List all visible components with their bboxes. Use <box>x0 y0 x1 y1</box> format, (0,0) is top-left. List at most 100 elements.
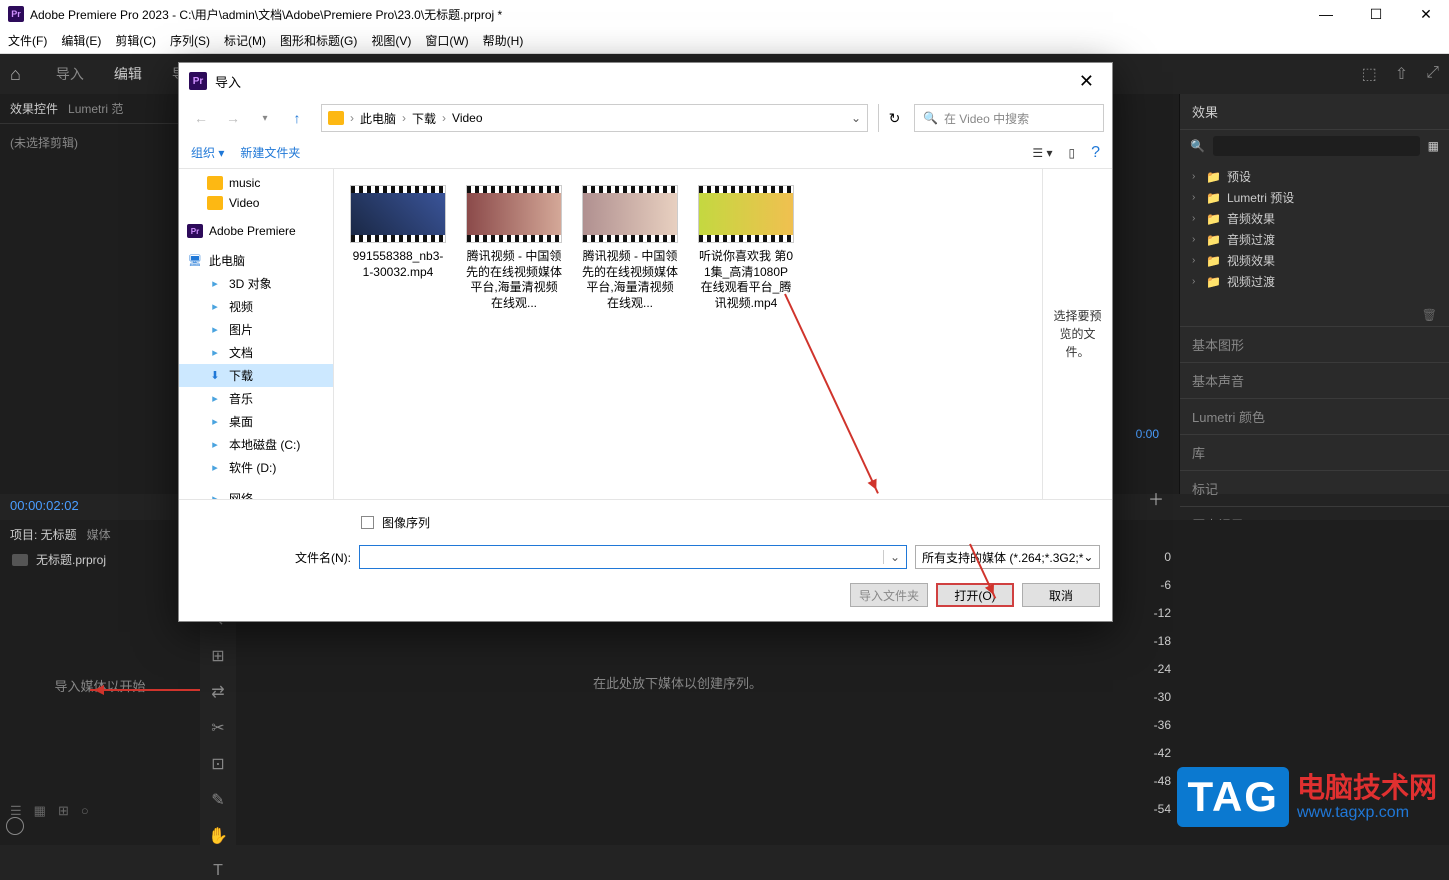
db-tick: -24 <box>1119 662 1179 690</box>
tree-item[interactable]: ⬇下载 <box>179 364 333 387</box>
close-button[interactable]: ✕ <box>1411 4 1441 24</box>
menu-edit[interactable]: 编辑(E) <box>61 32 101 49</box>
menu-graphics[interactable]: 图形和标题(G) <box>280 32 357 49</box>
help-icon[interactable]: ? <box>1091 144 1100 162</box>
tree-item[interactable]: 🖥此电脑 <box>179 249 333 272</box>
menu-window[interactable]: 窗口(W) <box>425 32 468 49</box>
open-button[interactable]: 打开(O) <box>936 583 1014 607</box>
section-markers[interactable]: 标记 <box>1180 470 1449 506</box>
cancel-button[interactable]: 取消 <box>1022 583 1100 607</box>
folder-tree[interactable]: musicVideoPrAdobe Premiere🖥此电脑▸3D 对象▸视频▸… <box>179 169 334 499</box>
db-tick: -36 <box>1119 718 1179 746</box>
dialog-close-button[interactable]: ✕ <box>1071 71 1102 92</box>
tree-presets[interactable]: ›📁预设 <box>1180 166 1449 187</box>
menu-help[interactable]: 帮助(H) <box>483 32 524 49</box>
tree-item[interactable]: ▸3D 对象 <box>179 272 333 295</box>
address-bar[interactable]: › 此电脑 › 下载 › Video ⌄ <box>321 104 868 132</box>
nav-forward-button[interactable]: → <box>219 104 247 132</box>
tab-import[interactable]: 导入 <box>41 64 99 84</box>
organize-button[interactable]: 组织 ▾ <box>191 144 224 161</box>
search-field[interactable]: 🔍 在 Video 中搜索 <box>914 104 1104 132</box>
timecode-display[interactable]: 00:00:02:02 <box>10 498 79 513</box>
image-sequence-checkbox[interactable] <box>361 516 374 529</box>
menu-mark[interactable]: 标记(M) <box>224 32 266 49</box>
tree-item[interactable]: PrAdobe Premiere <box>179 221 333 241</box>
preview-toggle-button[interactable]: ▯ <box>1068 146 1075 160</box>
tree-item[interactable]: ▸本地磁盘 (C:) <box>179 433 333 456</box>
blue-icon: ▸ <box>207 346 223 360</box>
pc-icon: 🖥 <box>187 254 203 268</box>
tab-project[interactable]: 项目: 无标题 <box>10 526 77 543</box>
view-mode-button[interactable]: ☰ ▾ <box>1032 146 1052 160</box>
freeform-icon[interactable]: ⊞ <box>58 803 69 819</box>
section-essential-graphics[interactable]: 基本图形 <box>1180 326 1449 362</box>
search-icon: 🔍 <box>923 111 938 125</box>
trash-icon[interactable]: 🗑 <box>1422 308 1437 322</box>
slip-tool-icon[interactable]: ⊡ <box>211 754 224 774</box>
menu-view[interactable]: 视图(V) <box>371 32 411 49</box>
image-sequence-label: 图像序列 <box>382 514 430 531</box>
file-item[interactable]: 腾讯视频 - 中国领先的在线视频媒体平台,海量清视频在线观... <box>466 185 562 311</box>
filter-icon[interactable]: ▦ <box>1428 139 1439 153</box>
ripple-edit-icon[interactable]: ⇄ <box>211 682 224 702</box>
type-tool-icon[interactable]: T <box>213 862 223 880</box>
db-tick: -18 <box>1119 634 1179 662</box>
file-item[interactable]: 腾讯视频 - 中国领先的在线视频媒体平台,海量清视频在线观... <box>582 185 678 311</box>
watermark: TAG 电脑技术网 www.tagxp.com <box>1177 767 1437 827</box>
tree-item[interactable]: ▸网络 <box>179 487 333 499</box>
section-libraries[interactable]: 库 <box>1180 434 1449 470</box>
add-button[interactable]: ＋ <box>1148 486 1164 510</box>
file-type-filter[interactable]: 所有支持的媒体 (*.264;*.3G2;*⌄ <box>915 545 1100 569</box>
quick-export-icon[interactable]: ⬚ <box>1362 64 1377 84</box>
hand-tool-icon[interactable]: ✋ <box>208 826 228 846</box>
tree-video-fx[interactable]: ›📁视频效果 <box>1180 250 1449 271</box>
import-folder-button[interactable]: 导入文件夹 <box>850 583 928 607</box>
file-list[interactable]: 991558388_nb3-1-30032.mp4腾讯视频 - 中国领先的在线视… <box>334 169 1042 499</box>
menu-file[interactable]: 文件(F) <box>8 32 47 49</box>
refresh-button[interactable]: ↻ <box>878 104 910 132</box>
tree-item[interactable]: ▸音乐 <box>179 387 333 410</box>
share-icon[interactable]: ⇧ <box>1395 64 1408 84</box>
zoom-icon[interactable]: ○ <box>81 803 89 819</box>
tab-effect-controls[interactable]: 效果控件 <box>10 100 58 117</box>
tree-lumetri[interactable]: ›📁Lumetri 预设 <box>1180 187 1449 208</box>
nav-up-button[interactable]: ↑ <box>283 104 311 132</box>
tree-item[interactable]: music <box>179 173 333 193</box>
blue-icon: ▸ <box>207 492 223 500</box>
nav-recent-button[interactable]: ▾ <box>251 104 279 132</box>
folder-icon <box>328 111 344 125</box>
menu-sequence[interactable]: 序列(S) <box>170 32 210 49</box>
tab-lumetri[interactable]: Lumetri 范 <box>68 100 123 117</box>
file-item[interactable]: 听说你喜欢我 第01集_高清1080P在线观看平台_腾讯视频.mp4 <box>698 185 794 311</box>
minimize-button[interactable]: ― <box>1311 4 1341 24</box>
file-item[interactable]: 991558388_nb3-1-30032.mp4 <box>350 185 446 280</box>
tree-item[interactable]: ▸文档 <box>179 341 333 364</box>
pen-tool-icon[interactable]: ✎ <box>211 790 224 810</box>
new-folder-button[interactable]: 新建文件夹 <box>240 144 300 161</box>
maximize-button[interactable]: ☐ <box>1361 4 1391 24</box>
tab-edit[interactable]: 编辑 <box>99 64 157 84</box>
home-icon[interactable]: ⌂ <box>10 64 21 85</box>
section-lumetri-color[interactable]: Lumetri 颜色 <box>1180 398 1449 434</box>
tree-item[interactable]: Video <box>179 193 333 213</box>
section-essential-sound[interactable]: 基本声音 <box>1180 362 1449 398</box>
effects-search-input[interactable] <box>1213 136 1420 156</box>
icon-view-icon[interactable]: ▦ <box>34 803 46 819</box>
project-file[interactable]: 无标题.prproj <box>0 543 200 576</box>
menu-clip[interactable]: 剪辑(C) <box>115 32 156 49</box>
tree-item[interactable]: ▸软件 (D:) <box>179 456 333 479</box>
tree-video-trans[interactable]: ›📁视频过渡 <box>1180 271 1449 292</box>
fullscreen-icon[interactable]: ⤢ <box>1426 64 1439 84</box>
nav-back-button[interactable]: ← <box>187 104 215 132</box>
tree-audio-fx[interactable]: ›📁音频效果 <box>1180 208 1449 229</box>
project-panel: 项目: 无标题 媒体 无标题.prproj 导入媒体以开始 ☰ ▦ ⊞ ○ <box>0 520 200 845</box>
track-select-icon[interactable]: ⊞ <box>211 646 224 666</box>
tree-item[interactable]: ▸视频 <box>179 295 333 318</box>
tree-item[interactable]: ▸图片 <box>179 318 333 341</box>
tree-item[interactable]: ▸桌面 <box>179 410 333 433</box>
razor-tool-icon[interactable]: ✂ <box>211 718 224 738</box>
search-icon: 🔍 <box>1190 139 1205 153</box>
tree-audio-trans[interactable]: ›📁音频过渡 <box>1180 229 1449 250</box>
tab-media[interactable]: 媒体 <box>87 526 111 543</box>
filename-input[interactable]: ⌄ <box>359 545 907 569</box>
